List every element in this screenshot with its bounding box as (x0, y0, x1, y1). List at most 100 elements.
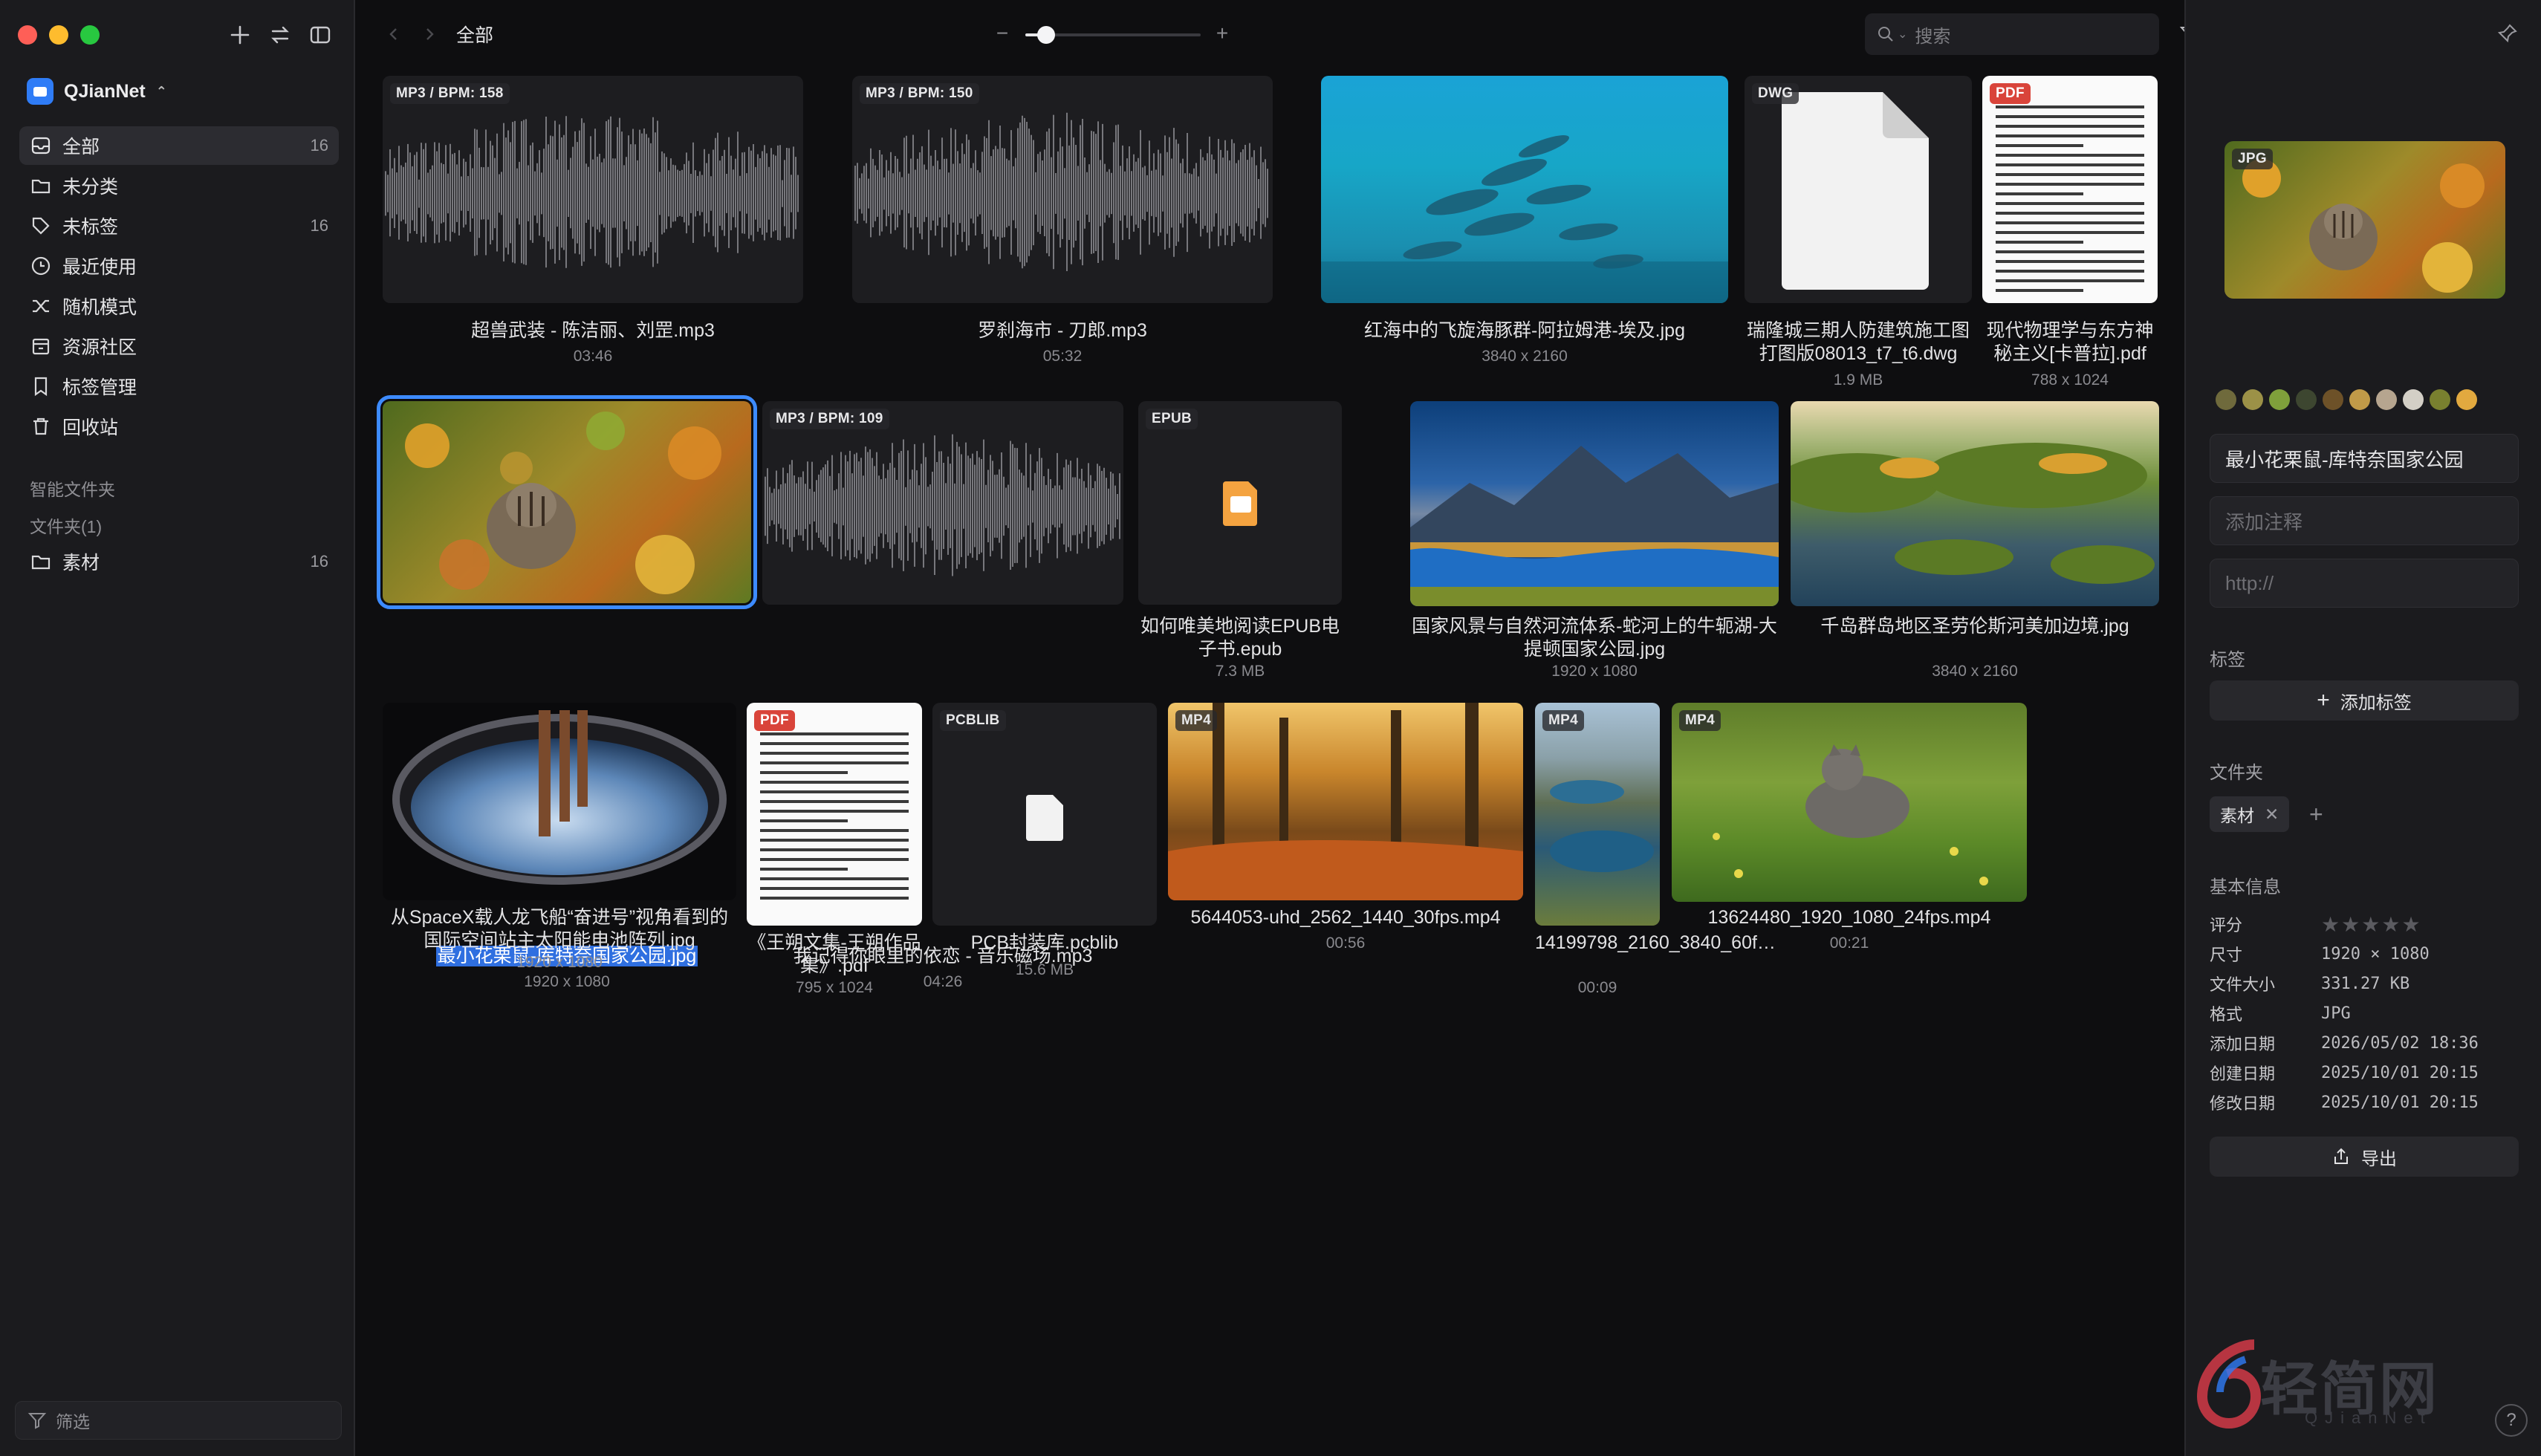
color-swatch[interactable] (2403, 389, 2424, 410)
mountain-lakes-image (1550, 780, 1654, 872)
audio-waveform-thumbnail[interactable]: MP3 / BPM: 150 (852, 76, 1273, 303)
zoom-in-button[interactable]: + (1211, 22, 1233, 45)
image-thumbnail[interactable] (1321, 76, 1728, 303)
remove-icon[interactable]: ✕ (2265, 805, 2279, 825)
zoom-window-button[interactable] (80, 25, 100, 45)
url-field[interactable]: http:// (2210, 559, 2519, 608)
app-window: QJianNet ⌃ 全部 16 未分类 未标签 16 最近使用 随机模式 资源… (0, 0, 2541, 1456)
text-line (1996, 279, 2144, 282)
add-icon[interactable] (223, 18, 257, 52)
info-key: 创建日期 (2210, 1065, 2276, 1083)
asset-meta: 1.9 MB (1833, 371, 1883, 389)
info-key: 修改日期 (2210, 1094, 2276, 1113)
waveform-graphic (854, 112, 1268, 272)
folder-chip[interactable]: 素材 ✕ (2210, 796, 2290, 832)
sidebar-folder-materials[interactable]: 素材 16 (19, 542, 339, 581)
folder-question-icon (31, 179, 51, 194)
chevron-left-icon (389, 28, 397, 40)
selected-image-thumbnail[interactable] (377, 395, 757, 609)
image-thumbnail[interactable] (1791, 401, 2159, 606)
video-thumbnail[interactable]: MP4 (1168, 703, 1523, 900)
folders-header[interactable]: 文件夹(1) (30, 513, 102, 538)
search-box[interactable]: ⌄ 搜索 (1865, 13, 2159, 55)
inspector-preview[interactable]: JPG (2224, 141, 2505, 299)
color-swatch[interactable] (2349, 389, 2370, 410)
asset-name: 《王朔文集-王朔作品集》.pdf (747, 932, 921, 976)
swap-icon[interactable] (263, 18, 297, 52)
asset-meta: 05:32 (1042, 348, 1083, 365)
color-swatch[interactable] (2242, 389, 2263, 410)
shuffle-icon (33, 299, 49, 313)
sidebar-item-label: 未分类 (62, 177, 119, 198)
title-field[interactable]: 最小花栗鼠-库特奈国家公园 (2210, 434, 2519, 483)
waveform-graphic (765, 434, 1120, 576)
text-line (1996, 115, 2144, 118)
text-line (1996, 202, 2144, 205)
color-swatch[interactable] (2430, 389, 2450, 410)
epub-thumbnail[interactable]: EPUB (1138, 401, 1342, 605)
page-title: 全部 (456, 25, 494, 46)
asset-grid: MP3 / BPM: 158 超兽武装 - 陈洁丽、刘罡.mp3 03:46 M… (357, 68, 2184, 1456)
sidebar-item-random[interactable]: 随机模式 (19, 287, 339, 325)
minimize-window-button[interactable] (49, 25, 68, 45)
text-line (760, 848, 909, 851)
pdf-thumbnail[interactable]: PDF (747, 703, 922, 926)
info-value: 1920 × 1080 (2321, 944, 2430, 963)
help-button[interactable]: ? (2495, 1404, 2528, 1437)
sidebar-item-recent[interactable]: 最近使用 (19, 247, 339, 285)
text-line (1996, 125, 2144, 128)
add-folder-button[interactable]: + (2309, 796, 2323, 832)
sidebar-item-trash[interactable]: 回收站 (19, 407, 339, 446)
bookmark-icon (34, 377, 48, 397)
library-icon (27, 78, 53, 105)
sidebar-filter[interactable]: 筛选 (15, 1401, 342, 1440)
color-swatch[interactable] (2269, 389, 2290, 410)
video-thumbnail[interactable]: MP4 (1535, 703, 1660, 926)
zoom-slider-knob[interactable] (1037, 26, 1056, 44)
document-thumbnail[interactable]: DWG (1745, 76, 1972, 303)
asset-meta: 15.6 MB (1015, 961, 1074, 978)
text-line (760, 742, 909, 745)
note-field[interactable]: 添加注释 (2210, 496, 2519, 545)
text-line (1996, 105, 2144, 108)
pin-icon[interactable] (2496, 22, 2519, 48)
sidebar-item-label: 随机模式 (62, 297, 137, 318)
color-swatch[interactable] (2323, 389, 2343, 410)
file-thumbnail[interactable]: PCBLIB (932, 703, 1157, 926)
color-swatch[interactable] (2376, 389, 2397, 410)
audio-waveform-thumbnail[interactable]: MP3 / BPM: 109 (762, 401, 1123, 605)
smart-folders-header[interactable]: 智能文件夹 (30, 475, 115, 501)
pdf-thumbnail[interactable]: PDF (1982, 76, 2158, 303)
sidebar-item-label: 最近使用 (62, 257, 137, 278)
color-swatch[interactable] (2296, 389, 2317, 410)
sidebar-item-community[interactable]: 资源社区 (19, 327, 339, 365)
export-button[interactable]: 导出 (2210, 1137, 2519, 1177)
zoom-out-button[interactable]: − (991, 22, 1013, 45)
asset-name: 罗刹海市 - 刀郎.mp3 (978, 320, 1147, 341)
sidebar-item-untagged[interactable]: 未标签 16 (19, 207, 339, 245)
sidebar-item-all[interactable]: 全部 16 (19, 126, 339, 165)
folder-label: 文件夹 (2210, 763, 2263, 783)
toggle-sidebar-icon[interactable] (303, 18, 337, 52)
close-window-button[interactable] (18, 25, 37, 45)
back-button[interactable] (379, 19, 409, 49)
image-thumbnail[interactable] (1410, 401, 1779, 606)
file-type-badge: MP4 (1542, 710, 1584, 731)
image-thumbnail[interactable] (383, 703, 736, 900)
audio-waveform-thumbnail[interactable]: MP3 / BPM: 158 (383, 76, 803, 303)
asset-name: 千岛群岛地区圣劳伦斯河美加边境.jpg (1820, 616, 2129, 637)
filter-placeholder: 筛选 (56, 1412, 90, 1431)
library-switcher[interactable]: QJianNet ⌃ (27, 74, 167, 108)
color-swatch[interactable] (2216, 389, 2236, 410)
video-thumbnail[interactable]: MP4 (1672, 703, 2027, 902)
color-swatch[interactable] (2456, 389, 2477, 410)
zoom-slider-track[interactable] (1025, 26, 1201, 44)
add-tag-button[interactable]: + 添加标签 (2210, 680, 2519, 721)
sidebar-item-uncategorized[interactable]: 未分类 (19, 166, 339, 205)
trash-icon (33, 417, 48, 435)
asset-meta: 1920 x 1080 (524, 973, 610, 990)
sidebar-item-tag-management[interactable]: 标签管理 (19, 367, 339, 406)
text-line (760, 800, 909, 803)
rating-stars[interactable]: ★★★★★ (2321, 912, 2422, 937)
forward-button[interactable] (415, 19, 444, 49)
